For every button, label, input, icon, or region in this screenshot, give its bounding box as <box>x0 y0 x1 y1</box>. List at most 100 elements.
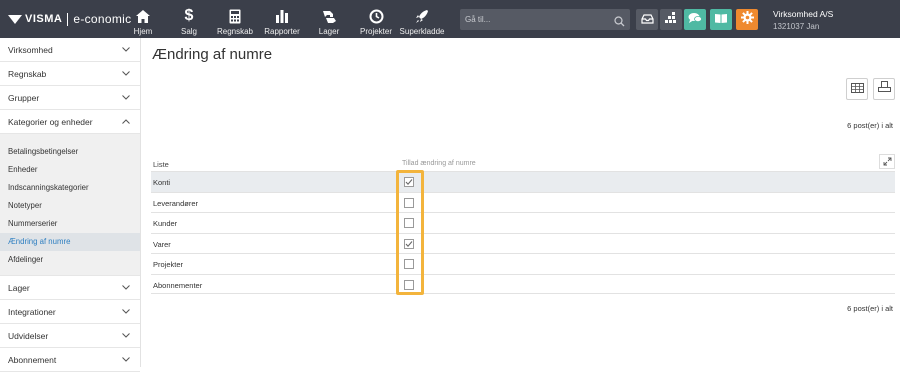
row-label: Abonnementer <box>153 280 203 290</box>
top-bar: VISMA e-conomic Hjem $ Salg Regnskab Rap… <box>0 0 900 38</box>
apps-button[interactable] <box>660 9 682 30</box>
sidebar-section-label: Lager <box>8 282 30 293</box>
sidebar-section-udvidelser[interactable]: Udvidelser <box>0 324 140 348</box>
inbox-button[interactable] <box>636 9 658 30</box>
chat-icon <box>688 11 702 29</box>
chevron-down-icon <box>122 308 130 316</box>
expand-icon <box>883 153 892 171</box>
sidebar-submenu: Betalingsbetingelser Enheder Indscanning… <box>0 134 140 276</box>
allow-change-checkbox[interactable] <box>404 259 414 269</box>
clock-icon <box>369 6 384 26</box>
sidebar-section-virksomhed[interactable]: Virksomhed <box>0 38 140 62</box>
nav-regnskab[interactable]: Regnskab <box>216 0 254 38</box>
rocket-icon <box>415 6 429 26</box>
company-user: 1321037 Jan <box>773 22 820 31</box>
print-button[interactable] <box>873 78 895 100</box>
visma-logo[interactable]: VISMA e-conomic <box>8 11 131 27</box>
sidebar-item-notetyper[interactable]: Notetyper <box>0 197 140 215</box>
nav-hjem[interactable]: Hjem <box>133 0 153 38</box>
allow-change-checkbox[interactable] <box>404 279 414 290</box>
sidebar-section-grupper[interactable]: Grupper <box>0 86 140 110</box>
record-count-bottom: 6 post(er) i alt <box>847 304 893 313</box>
table-row[interactable]: Leverandører <box>151 191 895 213</box>
sidebar-section-label: Abonnement <box>8 354 57 365</box>
company-switcher[interactable]: Virksomhed A/S 1321037 Jan <box>773 9 833 31</box>
dollar-icon: $ <box>184 7 194 24</box>
table-view-button[interactable] <box>846 78 868 100</box>
help-book-button[interactable] <box>710 9 732 30</box>
chevron-up-icon <box>122 118 130 126</box>
book-icon <box>714 11 728 29</box>
sidebar-section-regnskab[interactable]: Regnskab <box>0 62 140 86</box>
chevron-down-icon <box>122 332 130 340</box>
settings-button[interactable] <box>736 9 758 30</box>
sidebar-item-nummerserier[interactable]: Nummerserier <box>0 215 140 233</box>
record-count-top: 6 post(er) i alt <box>847 121 893 130</box>
column-header-liste[interactable]: Liste <box>153 160 169 169</box>
chat-button[interactable] <box>684 9 706 30</box>
sidebar-section-label: Udvidelser <box>8 330 49 341</box>
logo-brand: VISMA <box>25 13 63 25</box>
row-label: Konti <box>153 178 171 187</box>
sidebar-section-label: Integrationer <box>8 306 56 317</box>
gear-icon <box>740 10 754 29</box>
visma-logo-mark-icon <box>8 13 22 25</box>
allow-change-checkbox[interactable] <box>404 197 414 208</box>
chevron-down-icon <box>122 94 130 102</box>
nav-superkladde-label: Superkladde <box>399 27 445 36</box>
apps-icon <box>665 11 677 29</box>
expand-button[interactable] <box>879 154 895 169</box>
page-title: Ændring af numre <box>152 46 273 63</box>
sidebar-item-enheder[interactable]: Enheder <box>0 161 140 179</box>
inbox-icon <box>640 11 654 29</box>
company-name: Virksomhed A/S <box>773 9 834 19</box>
nav-projekter[interactable]: Projekter <box>360 0 392 38</box>
table-icon <box>850 80 864 98</box>
column-header-tillad[interactable]: Tillad ændring af numre <box>402 160 476 167</box>
nav-lager-label: Lager <box>318 27 340 36</box>
sidebar-item-indscanningskategorier[interactable]: Indscanningskategorier <box>0 179 140 197</box>
sidebar: Virksomhed Regnskab Grupper Kategorier o… <box>0 38 141 372</box>
nav-regnskab-label: Regnskab <box>216 27 254 36</box>
nav-salg[interactable]: $ Salg <box>178 0 200 38</box>
row-label: Kunder <box>153 219 178 228</box>
search-input[interactable] <box>460 9 610 30</box>
nav-rapporter[interactable]: Rapporter <box>264 0 300 38</box>
logo-product: e-conomic <box>73 12 132 26</box>
sidebar-item-afdelinger[interactable]: Afdelinger <box>0 251 140 269</box>
allow-change-checkbox[interactable] <box>404 177 414 187</box>
sidebar-item-aendring-af-numre[interactable]: Ændring af numre <box>0 233 140 251</box>
calculator-icon <box>229 6 241 26</box>
sidebar-section-label: Grupper <box>8 92 40 103</box>
allow-change-checkbox[interactable] <box>404 238 414 249</box>
nav-rapporter-label: Rapporter <box>264 27 300 36</box>
allow-change-checkbox[interactable] <box>404 218 414 228</box>
nav-hjem-label: Hjem <box>133 27 153 36</box>
home-icon <box>135 6 151 26</box>
bar-chart-icon <box>275 6 289 26</box>
table-row[interactable]: Varer <box>151 232 895 254</box>
checkmark-icon <box>405 179 413 186</box>
chevron-down-icon <box>122 356 130 364</box>
search-icon[interactable] <box>614 14 625 27</box>
sidebar-section-label: Regnskab <box>8 68 47 79</box>
sidebar-section-lager[interactable]: Lager <box>0 276 140 300</box>
table-row[interactable]: Projekter <box>151 253 895 274</box>
printer-icon <box>877 80 891 98</box>
sidebar-section-kategorier[interactable]: Kategorier og enheder <box>0 110 140 134</box>
checkmark-icon <box>405 240 413 247</box>
sidebar-item-betalingsbetingelser[interactable]: Betalingsbetingelser <box>0 143 140 161</box>
chevron-down-icon <box>122 46 130 54</box>
table-row[interactable]: Kunder <box>151 212 895 233</box>
nav-lager[interactable]: Lager <box>318 0 340 38</box>
nav-superkladde[interactable]: Superkladde <box>399 0 445 38</box>
table-header: Liste Tillad ændring af numre <box>151 152 895 171</box>
table-row[interactable]: Konti <box>151 171 895 192</box>
chevron-down-icon <box>122 284 130 292</box>
sidebar-section-label: Kategorier og enheder <box>8 116 93 127</box>
sidebar-section-integrationer[interactable]: Integrationer <box>0 300 140 324</box>
sidebar-section-abonnement[interactable]: Abonnement <box>0 348 140 372</box>
table-row[interactable]: Abonnementer <box>151 273 895 294</box>
chevron-down-icon <box>122 70 130 78</box>
nav-salg-label: Salg <box>180 27 197 36</box>
